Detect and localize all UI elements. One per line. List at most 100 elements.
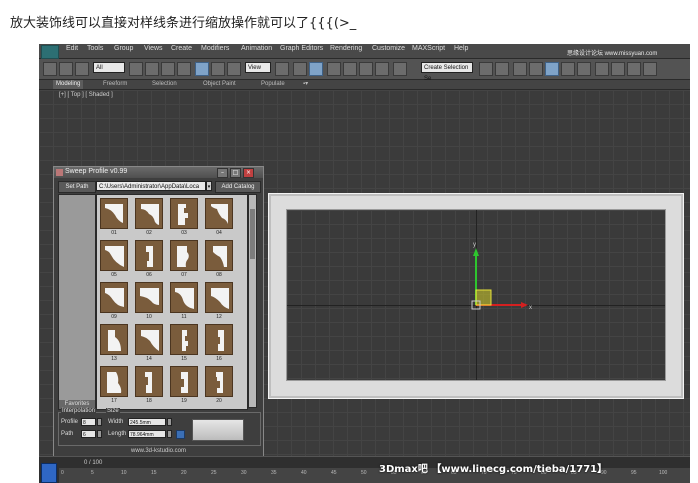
- keyboard-shortcut-override-icon[interactable]: [309, 62, 323, 76]
- select-and-scale-icon[interactable]: [227, 62, 241, 76]
- rendered-frame-window-icon[interactable]: [611, 62, 625, 76]
- catalog-list-panel[interactable]: Favorites: [58, 194, 96, 410]
- chevron-down-icon[interactable]: ▾: [206, 181, 212, 191]
- material-editor-icon[interactable]: [577, 62, 591, 76]
- apply-profile-button[interactable]: [192, 419, 244, 441]
- profile-thumb-15[interactable]: [170, 324, 198, 355]
- profile-thumb-09[interactable]: [100, 282, 128, 313]
- profile-thumb-17[interactable]: [100, 366, 128, 397]
- tab-freeform[interactable]: Freeform: [103, 80, 127, 89]
- top-viewport[interactable]: [+] [ Top ] [ Shaded ] y x Sweep Profile…: [39, 90, 690, 457]
- profile-thumb-04[interactable]: [205, 198, 233, 229]
- lock-aspect-icon[interactable]: [176, 430, 185, 439]
- catalog-path-field[interactable]: C:\Users\Administrator\AppData\Loca: [96, 181, 206, 191]
- close-icon[interactable]: ×: [243, 168, 254, 178]
- link-icon[interactable]: [43, 62, 57, 76]
- profile-thumb-13[interactable]: [100, 324, 128, 355]
- tab-populate[interactable]: Populate: [261, 80, 285, 89]
- bind-space-warp-icon[interactable]: [75, 62, 89, 76]
- menu-views[interactable]: Views: [144, 45, 163, 52]
- menu-tools[interactable]: Tools: [87, 45, 103, 52]
- pivot-center-icon[interactable]: [275, 62, 289, 76]
- set-path-button[interactable]: Set Path: [58, 181, 96, 193]
- select-and-manipulate-icon[interactable]: [293, 62, 307, 76]
- profile-thumb-20[interactable]: [205, 366, 233, 397]
- select-and-move-icon[interactable]: [195, 62, 209, 76]
- select-and-rotate-icon[interactable]: [211, 62, 225, 76]
- length-field[interactable]: 78.964mm: [128, 430, 166, 438]
- menu-edit[interactable]: Edit: [66, 45, 78, 52]
- spinner-snap-icon[interactable]: [375, 62, 389, 76]
- tab-selection[interactable]: Selection: [152, 80, 177, 89]
- menu-create[interactable]: Create: [171, 45, 192, 52]
- move-gizmo-icon[interactable]: y x: [287, 210, 665, 380]
- profile-thumb-01[interactable]: [100, 198, 128, 229]
- viewport-label[interactable]: [+] [ Top ] [ Shaded ]: [59, 92, 113, 98]
- maxscript-listener-icon[interactable]: [41, 463, 57, 483]
- tab-object-paint[interactable]: Object Paint: [203, 80, 236, 89]
- menu-help[interactable]: Help: [454, 45, 468, 52]
- profile-steps-field[interactable]: 8: [81, 418, 96, 426]
- scaled-frame-object[interactable]: y x: [268, 193, 684, 399]
- unlink-icon[interactable]: [59, 62, 73, 76]
- scrollbar-thumb[interactable]: [250, 209, 255, 259]
- named-selection-dropdown[interactable]: Create Selection Se: [421, 62, 473, 82]
- profile-thumb-19[interactable]: [170, 366, 198, 397]
- add-catalog-button[interactable]: Add Catalog: [215, 181, 261, 193]
- profile-thumb-08[interactable]: [205, 240, 233, 271]
- percent-snap-icon[interactable]: [359, 62, 373, 76]
- edit-named-selection-icon[interactable]: [393, 62, 407, 76]
- profile-thumb-11[interactable]: [170, 282, 198, 313]
- width-field[interactable]: 245.5mm: [128, 418, 166, 426]
- tab-modeling[interactable]: Modeling: [53, 80, 84, 89]
- graphite-tools-icon[interactable]: [529, 62, 543, 76]
- path-steps-spinner[interactable]: [97, 430, 102, 438]
- profile-thumb-03[interactable]: [170, 198, 198, 229]
- profile-thumb-02[interactable]: [135, 198, 163, 229]
- align-icon[interactable]: [495, 62, 509, 76]
- profile-thumb-16[interactable]: [205, 324, 233, 355]
- profile-grid-scrollbar[interactable]: [248, 194, 257, 408]
- layer-manager-icon[interactable]: [513, 62, 527, 76]
- time-slider[interactable]: 0 / 100 0 5 10 15 20 25 30 35 40 45 50 5…: [39, 456, 690, 483]
- profile-thumb-10[interactable]: [135, 282, 163, 313]
- render-icon[interactable]: [643, 62, 657, 76]
- mirror-icon[interactable]: [479, 62, 493, 76]
- profile-thumb-18[interactable]: [135, 366, 163, 397]
- render-production-icon[interactable]: [627, 62, 641, 76]
- snaps-toggle-icon[interactable]: [327, 62, 341, 76]
- window-crossing-icon[interactable]: [177, 62, 191, 76]
- dialog-titlebar[interactable]: Sweep Profile v0.99 – □ ×: [54, 167, 263, 178]
- menu-group[interactable]: Group: [114, 45, 133, 52]
- maximize-icon[interactable]: □: [230, 168, 241, 178]
- menu-modifiers[interactable]: Modifiers: [201, 45, 229, 52]
- selection-filter-dropdown[interactable]: All: [93, 62, 125, 73]
- profile-thumb-05[interactable]: [100, 240, 128, 271]
- schematic-view-icon[interactable]: [561, 62, 575, 76]
- select-by-name-icon[interactable]: [145, 62, 159, 76]
- angle-snap-icon[interactable]: [343, 62, 357, 76]
- menu-rendering[interactable]: Rendering: [330, 45, 362, 52]
- profile-thumb-07[interactable]: [170, 240, 198, 271]
- profile-steps-spinner[interactable]: [97, 418, 102, 426]
- profile-thumb-12[interactable]: [205, 282, 233, 313]
- menu-graph-editors[interactable]: Graph Editors: [280, 45, 323, 52]
- profile-thumb-14[interactable]: [135, 324, 163, 355]
- reference-coordinate-dropdown[interactable]: View: [245, 62, 271, 73]
- menu-maxscript[interactable]: MAXScript: [412, 45, 445, 52]
- ribbon-options-icon[interactable]: ▪▾: [303, 80, 308, 89]
- app-logo-icon[interactable]: [41, 45, 59, 59]
- menu-animation[interactable]: Animation: [241, 45, 272, 52]
- minimize-icon[interactable]: –: [217, 168, 228, 178]
- width-spinner[interactable]: [167, 418, 172, 426]
- sweep-profile-dialog[interactable]: Sweep Profile v0.99 – □ × Set Path C:\Us…: [53, 166, 264, 457]
- select-object-icon[interactable]: [129, 62, 143, 76]
- frame-counter[interactable]: 0 / 100: [84, 460, 102, 466]
- menu-customize[interactable]: Customize: [372, 45, 405, 52]
- render-setup-icon[interactable]: [595, 62, 609, 76]
- length-spinner[interactable]: [167, 430, 172, 438]
- rectangular-selection-icon[interactable]: [161, 62, 175, 76]
- profile-thumb-06[interactable]: [135, 240, 163, 271]
- path-steps-field[interactable]: 6: [81, 430, 96, 438]
- curve-editor-icon[interactable]: [545, 62, 559, 76]
